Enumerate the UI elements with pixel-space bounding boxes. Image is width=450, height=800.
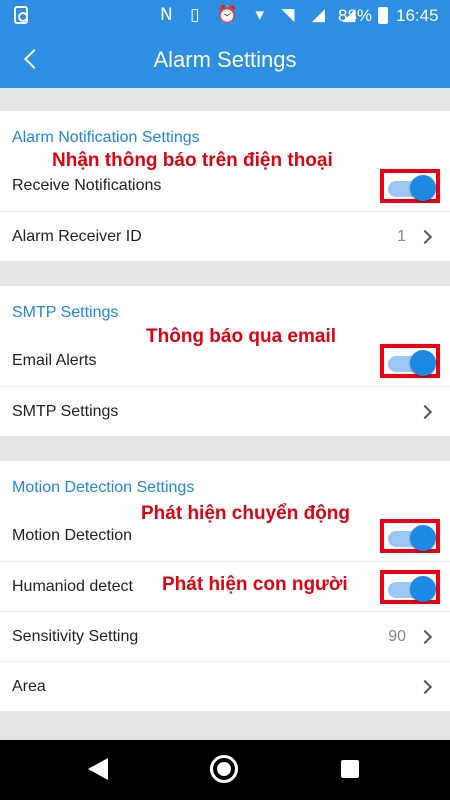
recent-apps-square-icon[interactable] [341, 760, 359, 778]
battery-percent: 88% [338, 6, 373, 25]
annotation-human: Phát hiện con người [162, 574, 348, 595]
sensitivity-setting-value: 90 [388, 628, 406, 645]
smtp-settings-row[interactable]: SMTP Settings [0, 386, 450, 436]
motion-detection-label: Motion Detection [12, 527, 133, 544]
chevron-right-icon [417, 629, 433, 645]
device-icon [14, 6, 28, 24]
smtp-section: SMTP Settings Email Alerts SMTP Settings [0, 286, 450, 436]
battery-icon [378, 7, 388, 24]
toggle-knob [410, 350, 436, 376]
email-alerts-toggle[interactable] [380, 344, 440, 378]
sensitivity-setting-row[interactable]: Sensitivity Setting 90 [0, 611, 450, 661]
nav-bar: Alarm Settings [0, 30, 450, 88]
home-circle-icon[interactable] [210, 755, 238, 783]
humanoid-detect-toggle[interactable] [380, 570, 440, 604]
clock: 16:45 [396, 6, 439, 25]
motion-detection-toggle[interactable] [380, 519, 440, 553]
humanoid-detect-label: Humaniod detect [12, 578, 133, 595]
alarm-receiver-id-label: Alarm Receiver ID [12, 228, 142, 245]
toggle-knob [410, 175, 436, 201]
annotation-email: Thông báo qua email [146, 326, 337, 347]
alarm-receiver-id-row[interactable]: Alarm Receiver ID 1 [0, 211, 450, 261]
toggle-knob [410, 576, 436, 602]
annotation-motion: Phát hiện chuyển động [141, 503, 351, 524]
receive-notifications-label: Receive Notifications [12, 177, 162, 194]
back-triangle-icon[interactable] [88, 758, 108, 780]
area-label: Area [12, 678, 46, 695]
receive-notifications-toggle[interactable] [380, 169, 440, 203]
email-alerts-label: Email Alerts [12, 352, 97, 369]
alarm-notification-section: Alarm Notification Settings Receive Noti… [0, 111, 450, 261]
status-bar: N ▯ ⏰ ▾ ◥ ◢ ◢ 88% 16:45 [0, 0, 450, 30]
toggle-knob [410, 525, 436, 551]
sensitivity-setting-label: Sensitivity Setting [12, 628, 139, 645]
annotation-receive: Nhận thông báo trên điện thoại [52, 150, 333, 171]
system-navigation-bar [0, 740, 450, 800]
chevron-right-icon [417, 229, 433, 245]
page-title: Alarm Settings [153, 47, 297, 72]
chevron-right-icon [417, 404, 433, 420]
chevron-right-icon [417, 679, 433, 695]
status-icons: N ▯ ⏰ ▾ ◥ ◢ ◢ [160, 5, 362, 25]
alarm-receiver-id-value: 1 [397, 228, 406, 245]
smtp-settings-label: SMTP Settings [12, 403, 119, 420]
area-row[interactable]: Area [0, 661, 450, 711]
